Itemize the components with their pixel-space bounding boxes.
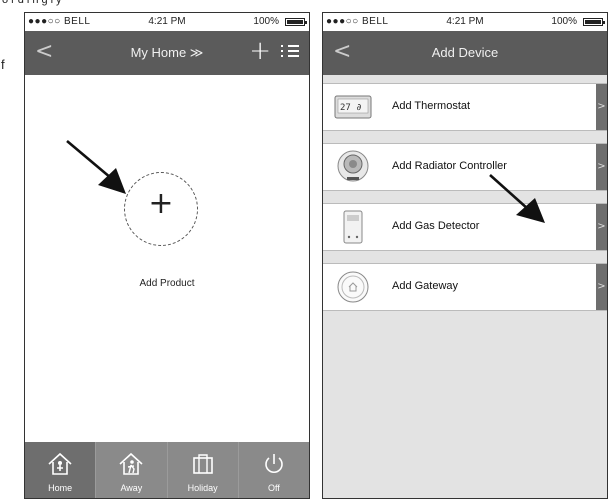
tab-home-label: Home [48, 483, 73, 493]
power-icon [265, 454, 283, 473]
plus-icon: + [148, 186, 174, 221]
battery-icon [583, 18, 605, 26]
tab-off[interactable]: Off [237, 442, 309, 498]
device-label: Add Radiator Controller [392, 160, 507, 172]
tab-away[interactable]: Away [95, 442, 166, 498]
add-product-button[interactable]: + [124, 172, 198, 246]
thermostat-icon: 27 ∂ [334, 95, 372, 119]
tab-holiday-label: Holiday [187, 483, 218, 493]
tab-home[interactable]: Home [25, 442, 96, 498]
holiday-icon [192, 454, 213, 474]
device-row-radiator-controller[interactable]: Add Radiator Controller > [323, 143, 607, 191]
device-row-gas-detector[interactable]: Add Gas Detector > [323, 203, 607, 251]
navigation-bar: < My Home ≫ + [25, 31, 309, 75]
list-menu-icon[interactable] [281, 43, 299, 59]
device-row-gateway[interactable]: Add Gateway > [323, 263, 607, 311]
away-icon [119, 452, 143, 475]
radiator-controller-icon [337, 150, 369, 182]
home-content: + Add Product [25, 75, 309, 442]
battery-percent: 100% [551, 16, 577, 27]
device-list-area: 27 ∂ Add Thermostat > Add Radiator Contr… [323, 75, 607, 498]
phone-screen-add-device: ●●●○○ BELL 4:21 PM 100% < Add Device 27 … [322, 12, 608, 499]
phone-screen-home: ●●●○○ BELL 4:21 PM 100% < My Home ≫ + + … [24, 12, 310, 499]
svg-text:27 ∂: 27 ∂ [340, 103, 362, 113]
battery-percent: 100% [253, 16, 279, 27]
tab-off-label: Off [267, 483, 280, 493]
gas-detector-icon [343, 210, 363, 244]
document-text-top: ordingly [2, 0, 65, 6]
navigation-bar: < Add Device [323, 31, 607, 75]
add-button[interactable]: + [249, 36, 271, 66]
chevron-right-icon: > [596, 144, 607, 190]
tab-bar: Home Away Holiday Off [25, 442, 309, 498]
device-label: Add Thermostat [392, 100, 471, 112]
device-label: Add Gateway [392, 280, 459, 292]
chevron-right-icon: > [596, 84, 607, 130]
chevron-right-icon: > [596, 204, 607, 250]
device-list: 27 ∂ Add Thermostat > Add Radiator Contr… [323, 83, 607, 323]
status-bar: ●●●○○ BELL 4:21 PM 100% [323, 13, 607, 31]
device-label: Add Gas Detector [392, 220, 480, 232]
document-text-side: f [1, 57, 5, 72]
gateway-icon [337, 271, 369, 303]
add-product-label: Add Product [139, 278, 195, 289]
chevron-right-icon: > [596, 264, 607, 310]
battery-icon [285, 18, 307, 26]
device-row-thermostat[interactable]: 27 ∂ Add Thermostat > [323, 83, 607, 131]
status-bar: ●●●○○ BELL 4:21 PM 100% [25, 13, 309, 31]
tab-holiday[interactable]: Holiday [166, 442, 238, 498]
page-title: Add Device [431, 45, 499, 60]
tab-away-label: Away [120, 483, 143, 493]
home-icon [48, 452, 72, 475]
